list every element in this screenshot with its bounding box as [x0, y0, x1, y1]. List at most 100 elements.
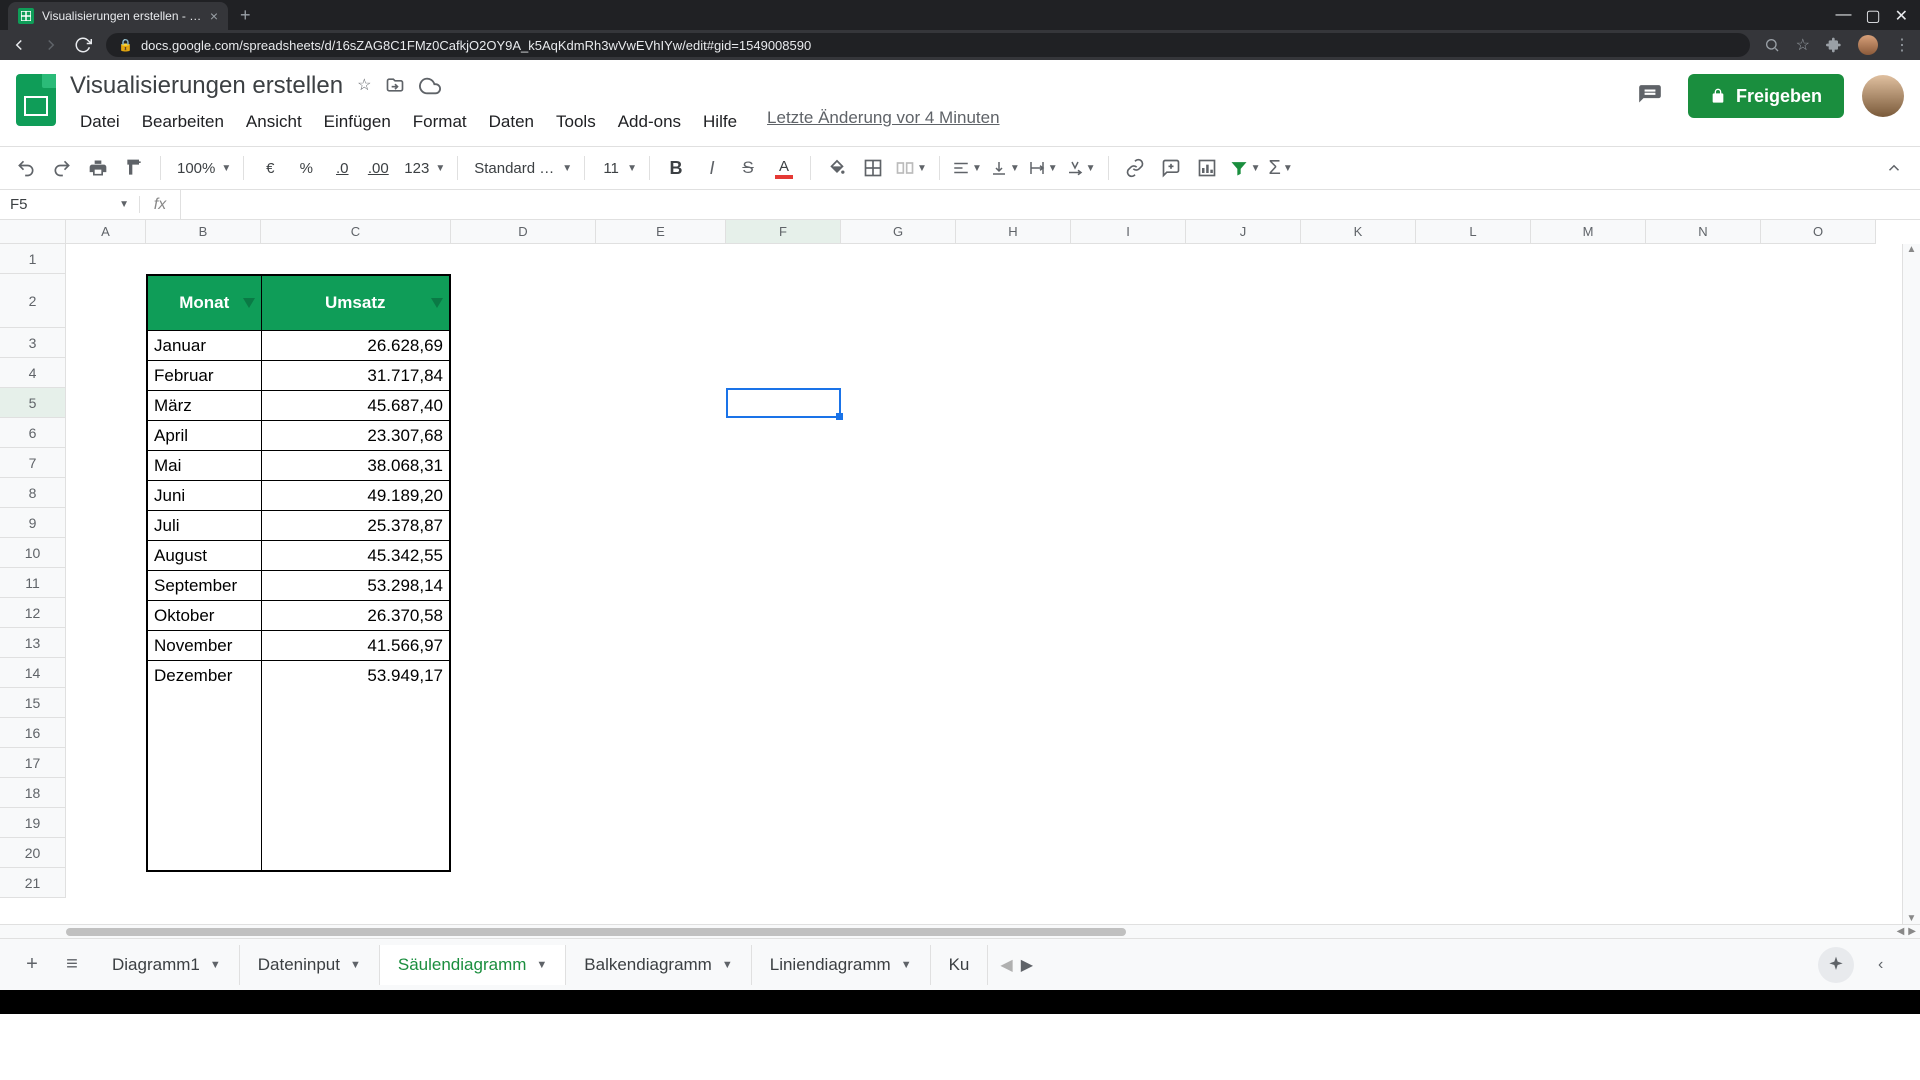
month-cell[interactable]: Oktober	[148, 601, 262, 630]
name-box[interactable]: F5▼	[0, 196, 140, 213]
document-title[interactable]: Visualisierungen erstellen	[70, 72, 343, 100]
menu-tools[interactable]: Tools	[546, 108, 606, 136]
share-button[interactable]: Freigeben	[1688, 74, 1844, 118]
side-panel-toggle-icon[interactable]: ‹	[1878, 956, 1906, 974]
filter-icon[interactable]	[431, 298, 443, 308]
reload-icon[interactable]	[74, 36, 92, 54]
month-cell[interactable]: Juli	[148, 511, 262, 540]
back-icon[interactable]	[10, 36, 28, 54]
h-align-dropdown[interactable]: ▼	[952, 159, 982, 177]
month-cell[interactable]: Juni	[148, 481, 262, 510]
row-header-18[interactable]: 18	[0, 778, 66, 808]
month-cell[interactable]: März	[148, 391, 262, 420]
table-header-umsatz[interactable]: Umsatz	[262, 276, 450, 330]
sheet-tab-ku[interactable]: Ku	[931, 945, 989, 985]
tab-close-icon[interactable]: ×	[210, 8, 218, 24]
empty-cell[interactable]	[148, 780, 262, 810]
sheet-tab-menu-icon[interactable]: ▼	[536, 959, 547, 971]
row-header-2[interactable]: 2	[0, 274, 66, 328]
bold-button[interactable]: B	[662, 154, 690, 182]
sheet-tab-menu-icon[interactable]: ▼	[210, 959, 221, 971]
col-header-D[interactable]: D	[451, 220, 596, 244]
value-cell[interactable]: 31.717,84	[262, 361, 449, 390]
close-window-icon[interactable]: ✕	[1895, 6, 1908, 26]
menu-format[interactable]: Format	[403, 108, 477, 136]
value-cell[interactable]: 38.068,31	[262, 451, 449, 480]
add-sheet-button[interactable]: +	[14, 947, 50, 983]
text-color-button[interactable]: A	[770, 154, 798, 182]
fill-color-button[interactable]	[823, 154, 851, 182]
merge-cells-dropdown[interactable]: ▼	[895, 158, 927, 178]
forward-icon[interactable]	[42, 36, 60, 54]
text-wrap-dropdown[interactable]: ▼	[1028, 159, 1058, 177]
empty-cell[interactable]	[262, 720, 449, 750]
row-header-7[interactable]: 7	[0, 448, 66, 478]
col-header-K[interactable]: K	[1301, 220, 1416, 244]
url-field[interactable]: 🔒 docs.google.com/spreadsheets/d/16sZAG8…	[106, 33, 1750, 57]
sheets-logo-icon[interactable]	[10, 74, 62, 126]
menu-icon[interactable]: ⋮	[1894, 35, 1910, 55]
row-header-12[interactable]: 12	[0, 598, 66, 628]
row-header-19[interactable]: 19	[0, 808, 66, 838]
value-cell[interactable]: 26.370,58	[262, 601, 449, 630]
sheet-tab-diagramm1[interactable]: Diagramm1▼	[94, 945, 240, 985]
col-header-J[interactable]: J	[1186, 220, 1301, 244]
empty-cell[interactable]	[148, 750, 262, 780]
decrease-decimal-button[interactable]: .0	[328, 154, 356, 182]
menu-einfügen[interactable]: Einfügen	[314, 108, 401, 136]
row-header-13[interactable]: 13	[0, 628, 66, 658]
empty-cell[interactable]	[148, 690, 262, 720]
col-header-F[interactable]: F	[726, 220, 841, 244]
row-header-8[interactable]: 8	[0, 478, 66, 508]
all-sheets-button[interactable]: ≡	[54, 947, 90, 983]
row-header-17[interactable]: 17	[0, 748, 66, 778]
paint-format-icon[interactable]	[120, 154, 148, 182]
filter-dropdown[interactable]: ▼	[1229, 158, 1261, 178]
col-header-O[interactable]: O	[1761, 220, 1876, 244]
comments-button[interactable]	[1630, 76, 1670, 116]
v-align-dropdown[interactable]: ▼	[990, 159, 1020, 177]
empty-cell[interactable]	[262, 810, 449, 840]
value-cell[interactable]: 49.189,20	[262, 481, 449, 510]
empty-cell[interactable]	[262, 840, 449, 870]
formula-input[interactable]	[180, 190, 1920, 219]
font-dropdown[interactable]: Standard (…▼	[470, 160, 572, 177]
row-header-6[interactable]: 6	[0, 418, 66, 448]
undo-icon[interactable]	[12, 154, 40, 182]
sheet-tab-balkendiagramm[interactable]: Balkendiagramm▼	[566, 945, 751, 985]
month-cell[interactable]: Dezember	[148, 661, 262, 690]
more-formats-dropdown[interactable]: 123▼	[400, 160, 445, 177]
collapse-toolbar-icon[interactable]	[1880, 154, 1908, 182]
row-header-21[interactable]: 21	[0, 868, 66, 898]
row-header-1[interactable]: 1	[0, 244, 66, 274]
row-header-20[interactable]: 20	[0, 838, 66, 868]
col-header-G[interactable]: G	[841, 220, 956, 244]
value-cell[interactable]: 25.378,87	[262, 511, 449, 540]
row-header-4[interactable]: 4	[0, 358, 66, 388]
cloud-status-icon[interactable]	[419, 75, 441, 97]
sheet-nav-right-icon[interactable]: ▶	[1021, 955, 1033, 975]
empty-cell[interactable]	[262, 690, 449, 720]
insert-link-button[interactable]	[1121, 154, 1149, 182]
extensions-icon[interactable]	[1826, 37, 1842, 53]
print-icon[interactable]	[84, 154, 112, 182]
sheet-tab-dateninput[interactable]: Dateninput▼	[240, 945, 380, 985]
row-header-5[interactable]: 5	[0, 388, 66, 418]
menu-daten[interactable]: Daten	[479, 108, 544, 136]
currency-button[interactable]: €	[256, 154, 284, 182]
star-icon[interactable]: ☆	[1796, 35, 1810, 55]
browser-tab[interactable]: Visualisierungen erstellen - Goo… ×	[8, 2, 228, 30]
value-cell[interactable]: 53.298,14	[262, 571, 449, 600]
scroll-left-icon[interactable]: ◀	[1897, 926, 1905, 937]
month-cell[interactable]: September	[148, 571, 262, 600]
row-header-9[interactable]: 9	[0, 508, 66, 538]
star-doc-icon[interactable]: ☆	[357, 75, 371, 97]
menu-bearbeiten[interactable]: Bearbeiten	[132, 108, 234, 136]
account-avatar[interactable]	[1862, 75, 1904, 117]
row-header-3[interactable]: 3	[0, 328, 66, 358]
maximize-icon[interactable]: ▢	[1865, 6, 1880, 26]
strikethrough-button[interactable]: S	[734, 154, 762, 182]
month-cell[interactable]: Februar	[148, 361, 262, 390]
row-header-16[interactable]: 16	[0, 718, 66, 748]
value-cell[interactable]: 45.687,40	[262, 391, 449, 420]
